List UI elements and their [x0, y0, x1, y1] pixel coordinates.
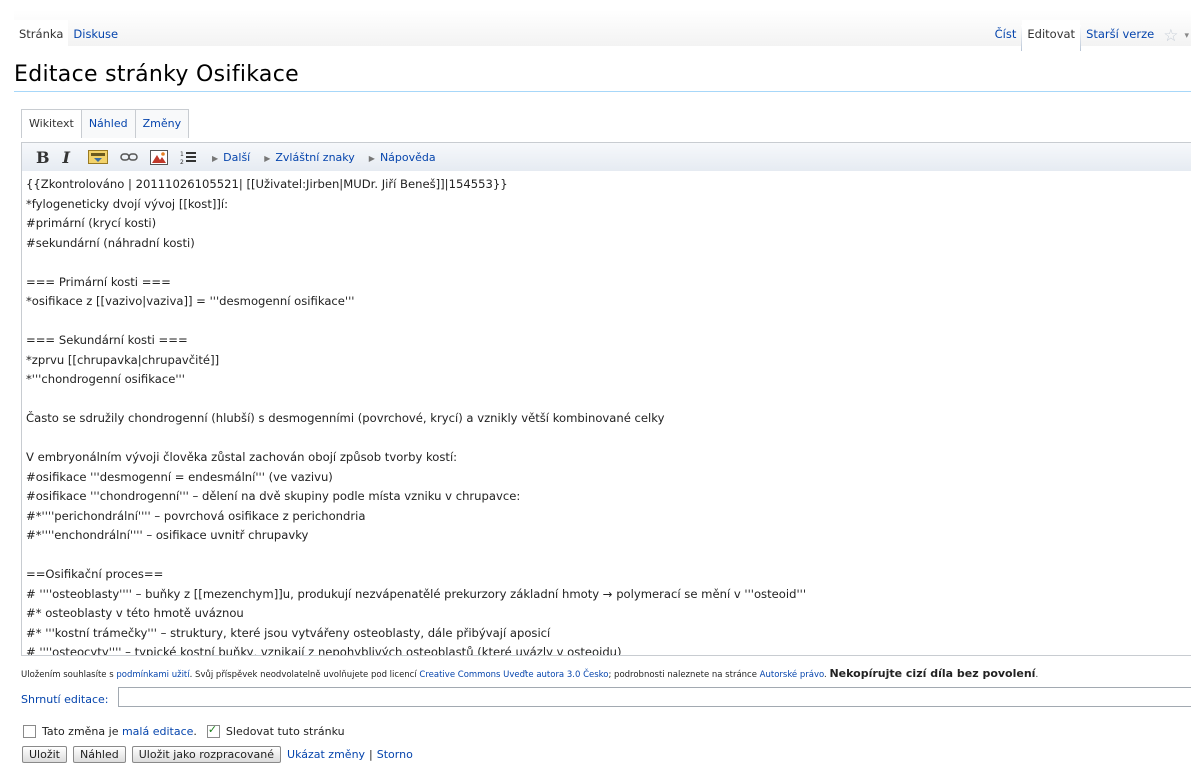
watch-page-checkbox[interactable] — [206, 723, 220, 738]
preview-button[interactable]: Náhled — [72, 746, 126, 763]
watch-page-label: Sledovat tuto stránku — [225, 725, 345, 738]
wikitext-editor[interactable]: {{Zkontrolováno | 20111026105521| [[Uživ… — [21, 171, 1191, 656]
license-notice: Uložením souhlasíte s podmínkami užití. … — [21, 667, 1038, 680]
toolbar-special-chars-label: Zvláštní znaky — [275, 150, 355, 164]
editor-toolbar: B I 1 2 ▶ Další ▶ Zvláštní znaky ▶ Nápověd — [21, 142, 1191, 172]
expand-triangle-icon: ▶ — [368, 153, 375, 163]
minor-edit-checkbox[interactable] — [23, 725, 36, 738]
toolbar-more-link[interactable]: ▶ Další — [212, 151, 250, 164]
numbered-list-icon[interactable]: 1 2 — [180, 150, 197, 165]
minor-edit-link[interactable]: malá editace — [122, 725, 193, 738]
tab-preview[interactable]: Náhled — [80, 109, 136, 138]
italic-button[interactable]: I — [63, 148, 70, 167]
license-text: Uložením souhlasíte s — [21, 670, 117, 680]
cancel-link[interactable]: Storno — [377, 748, 413, 761]
toolbar-special-chars-link[interactable]: ▶ Zvláštní znaky — [264, 151, 355, 164]
more-actions-chevron-icon[interactable]: ▾ — [1182, 31, 1191, 41]
editor-tabs: Wikitext Náhled Změny — [21, 109, 190, 138]
minor-edit-label-end: . — [193, 725, 197, 738]
terms-of-use-link[interactable]: podmínkami užití — [116, 670, 189, 680]
watch-star-icon[interactable]: ☆ — [1159, 27, 1182, 44]
signature-icon[interactable] — [88, 150, 109, 164]
tab-changes[interactable]: Změny — [134, 109, 190, 138]
toolbar-help-link[interactable]: ▶ Nápověda — [369, 151, 436, 164]
link-icon[interactable] — [120, 152, 138, 162]
page-tabs-left: Stránka Diskuse — [14, 20, 123, 51]
tab-edit[interactable]: Editovat — [1022, 20, 1081, 51]
expand-triangle-icon: ▶ — [264, 153, 271, 163]
summary-input[interactable] — [118, 687, 1191, 707]
wikitext-content[interactable]: {{Zkontrolováno | 20111026105521| [[Uživ… — [22, 171, 1191, 655]
svg-text:2: 2 — [180, 159, 184, 165]
tab-discussion[interactable]: Diskuse — [68, 20, 123, 51]
page-tabs-right: Číst Editovat Starší verze ☆ ▾ — [990, 20, 1191, 51]
license-text: . — [1035, 670, 1039, 680]
title-divider — [14, 91, 1191, 92]
page-tabs-bar: Stránka Diskuse Číst Editovat Starší ver… — [14, 10, 1191, 51]
separator: | — [369, 748, 373, 761]
expand-triangle-icon: ▶ — [212, 153, 219, 163]
edit-options: Tato změna je malá editace. Sledovat tut… — [23, 723, 345, 738]
page-title: Editace stránky Osifikace — [14, 62, 299, 87]
svg-text:1: 1 — [180, 151, 184, 158]
minor-edit-label: Tato změna je — [42, 725, 119, 738]
tab-read[interactable]: Číst — [990, 20, 1022, 51]
license-text: . Svůj příspěvek neodvolatelně uvolňujet… — [189, 670, 420, 680]
save-draft-button[interactable]: Uložit jako rozpracované — [131, 746, 282, 763]
tab-wikitext[interactable]: Wikitext — [21, 109, 82, 138]
copyright-warning: Nekopírujte cizí díla bez povolení — [829, 667, 1036, 680]
copyright-link[interactable]: Autorské právo — [760, 670, 824, 680]
bold-button[interactable]: B — [36, 148, 50, 167]
toolbar-more-label: Další — [223, 150, 251, 164]
toolbar-help-label: Nápověda — [379, 150, 436, 164]
tab-history[interactable]: Starší verze — [1081, 20, 1159, 51]
summary-label: Shrnutí editace: — [21, 693, 109, 706]
action-buttons: Uložit Náhled Uložit jako rozpracované U… — [22, 746, 413, 763]
show-changes-link[interactable]: Ukázat změny — [287, 748, 365, 761]
cc-license-link[interactable]: Creative Commons Uveďte autora 3.0 Česko — [419, 670, 608, 680]
save-button[interactable]: Uložit — [22, 746, 67, 763]
tab-page[interactable]: Stránka — [14, 20, 69, 51]
license-text: ; podrobnosti naleznete na stránce — [608, 670, 760, 680]
image-icon[interactable] — [150, 149, 169, 165]
